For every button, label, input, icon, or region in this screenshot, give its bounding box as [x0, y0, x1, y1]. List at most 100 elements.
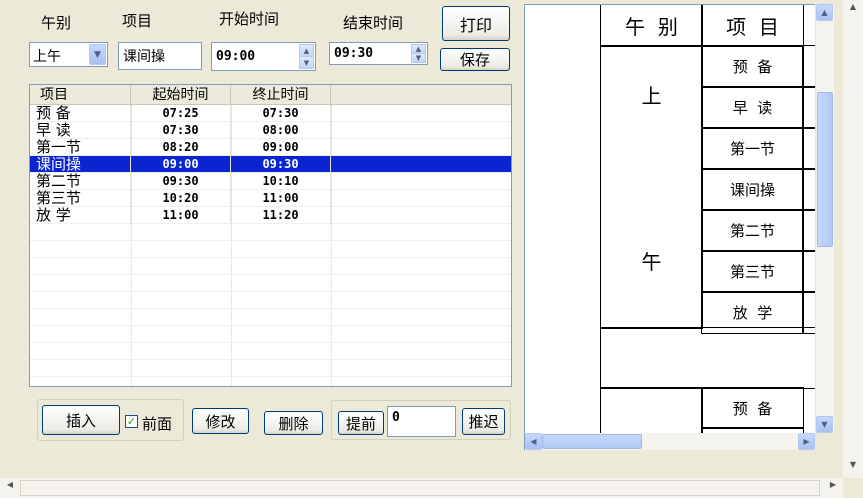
preview-spacer-row: [600, 327, 833, 389]
preview-item-cell-next: 预 备: [701, 387, 804, 429]
table-cell-end: 11:20: [231, 207, 331, 224]
item-label: 项目: [122, 12, 153, 30]
spin-down-icon[interactable]: ▼: [299, 56, 314, 69]
advance-button[interactable]: 提前: [338, 411, 384, 435]
period-select[interactable]: 上午 ▼: [29, 42, 108, 67]
table-cell-end: 07:30: [231, 105, 331, 122]
scroll-thumb[interactable]: [20, 480, 820, 496]
list-header: 项目 起始时间 终止时间: [30, 85, 511, 105]
table-cell-end: 08:00: [231, 122, 331, 139]
empty-row: [30, 343, 511, 360]
end-time-value: 09:30: [334, 46, 374, 61]
table-row[interactable]: 预 备 07:25 07:30: [30, 105, 511, 122]
table-cell-end: 11:00: [231, 190, 331, 207]
preview-item-cell: 第一节: [701, 127, 804, 170]
scroll-down-icon[interactable]: ▼: [845, 460, 861, 476]
preview-item-cell: 第二节: [701, 209, 804, 252]
front-checkbox[interactable]: ✓: [125, 415, 138, 428]
empty-row: [30, 241, 511, 258]
preview-vertical-scrollbar[interactable]: ▲ ▼: [815, 4, 834, 434]
period-select-value: 上午: [33, 49, 61, 65]
table-row[interactable]: 第二节 09:30 10:10: [30, 173, 511, 190]
scroll-thumb[interactable]: [817, 92, 833, 247]
table-cell-item: 预 备: [30, 105, 131, 122]
column-header-item[interactable]: 项目: [30, 85, 131, 105]
period-label: 午别: [41, 14, 72, 32]
table-cell-start: 07:25: [131, 105, 231, 122]
table-cell-start: 08:20: [131, 139, 231, 156]
table-cell-start: 09:00: [131, 156, 231, 173]
item-input[interactable]: 课间操: [118, 42, 202, 70]
delay-button[interactable]: 推迟: [462, 408, 505, 435]
start-time-spinner[interactable]: 09:00 ▲ ▼: [211, 42, 316, 71]
scroll-down-icon[interactable]: ▼: [816, 416, 833, 433]
column-header-end[interactable]: 终止时间: [231, 85, 331, 105]
delete-button[interactable]: 删除: [264, 411, 323, 435]
save-button[interactable]: 保存: [440, 48, 510, 71]
empty-row: [30, 275, 511, 292]
table-cell-start: 09:30: [131, 173, 231, 190]
column-header-start[interactable]: 起始时间: [131, 85, 231, 105]
scroll-corner: [815, 433, 834, 450]
table-cell-item: 第二节: [30, 173, 131, 190]
empty-row: [30, 309, 511, 326]
table-row[interactable]: 第一节 08:20 09:00: [30, 139, 511, 156]
schedule-list[interactable]: 项目 起始时间 终止时间 预 备 07:25 07:30 早 读 07:30 08:00 第…: [29, 84, 512, 387]
table-cell-item: 放 学: [30, 207, 131, 224]
start-time-value: 09:00: [216, 49, 256, 64]
window-horizontal-scrollbar[interactable]: ◀ ▶: [0, 478, 843, 498]
offset-input[interactable]: 0: [387, 406, 456, 437]
table-row[interactable]: 放 学 11:00 11:20: [30, 207, 511, 224]
empty-row: [30, 360, 511, 377]
scroll-up-icon[interactable]: ▲: [845, 2, 861, 18]
preview-item-cell: 早 读: [701, 86, 804, 129]
scroll-right-icon[interactable]: ▶: [825, 480, 841, 496]
preview-period-char-2: 午: [641, 249, 662, 274]
empty-row: [30, 224, 511, 241]
preview-item-text: 预 备: [732, 58, 773, 76]
chevron-down-icon[interactable]: ▼: [89, 44, 106, 65]
front-checkbox-label: 前面: [142, 415, 173, 433]
table-cell-start: 11:00: [131, 207, 231, 224]
preview-header-period-text: 午 别: [625, 14, 678, 39]
modify-button[interactable]: 修改: [192, 408, 249, 434]
table-row[interactable]: 早 读 07:30 08:00: [30, 122, 511, 139]
start-time-label: 开始时间: [219, 10, 280, 28]
preview-item-text-next: 预 备: [732, 399, 773, 418]
scroll-thumb[interactable]: [542, 434, 642, 449]
spin-down-icon[interactable]: ▼: [411, 53, 426, 63]
empty-row: [30, 258, 511, 275]
insert-button[interactable]: 插入: [42, 405, 120, 435]
preview-item-text: 第三节: [729, 263, 775, 281]
table-row[interactable]: 课间操 09:00 09:30: [30, 156, 511, 173]
preview-item-text: 第一节: [729, 140, 775, 158]
preview-item-text: 课间操: [729, 181, 775, 199]
preview-item-text: 放 学: [732, 304, 773, 322]
end-time-label: 结束时间: [343, 14, 404, 32]
preview-header-item-text: 项 目: [726, 14, 779, 39]
end-time-spinner[interactable]: 09:30 ▲ ▼: [329, 42, 428, 65]
scroll-right-icon[interactable]: ▶: [798, 433, 815, 450]
print-button[interactable]: 打印: [442, 6, 510, 41]
table-cell-item: 课间操: [30, 156, 131, 173]
table-cell-end: 09:00: [231, 139, 331, 156]
column-header-filler: [331, 85, 511, 105]
preview-header-item: 项 目: [701, 5, 804, 47]
preview-item-cell: 课间操: [701, 168, 804, 211]
empty-row: [30, 292, 511, 309]
table-cell-item: 第三节: [30, 190, 131, 207]
table-cell-start: 10:20: [131, 190, 231, 207]
table-cell-item: 第一节: [30, 139, 131, 156]
window-vertical-scrollbar[interactable]: ▲ ▼: [843, 0, 863, 478]
table-cell-end: 10:10: [231, 173, 331, 190]
print-preview: 午 别 项 目 上 午 预 备早 读第一节 课间操 第二节 第三节放 学 预 备: [524, 4, 834, 450]
preview-period-char-1: 上: [641, 83, 662, 108]
scroll-left-icon[interactable]: ◀: [525, 433, 542, 450]
scroll-up-icon[interactable]: ▲: [816, 4, 833, 21]
table-row[interactable]: 第三节 10:20 11:00: [30, 190, 511, 207]
empty-row: [30, 326, 511, 343]
preview-item-text: 第二节: [729, 222, 775, 240]
preview-horizontal-scrollbar[interactable]: ◀ ▶: [525, 433, 815, 450]
scroll-left-icon[interactable]: ◀: [2, 480, 18, 496]
list-body: 预 备 07:25 07:30 早 读 07:30 08:00 第一节 08:20 09:00 课…: [30, 105, 511, 377]
